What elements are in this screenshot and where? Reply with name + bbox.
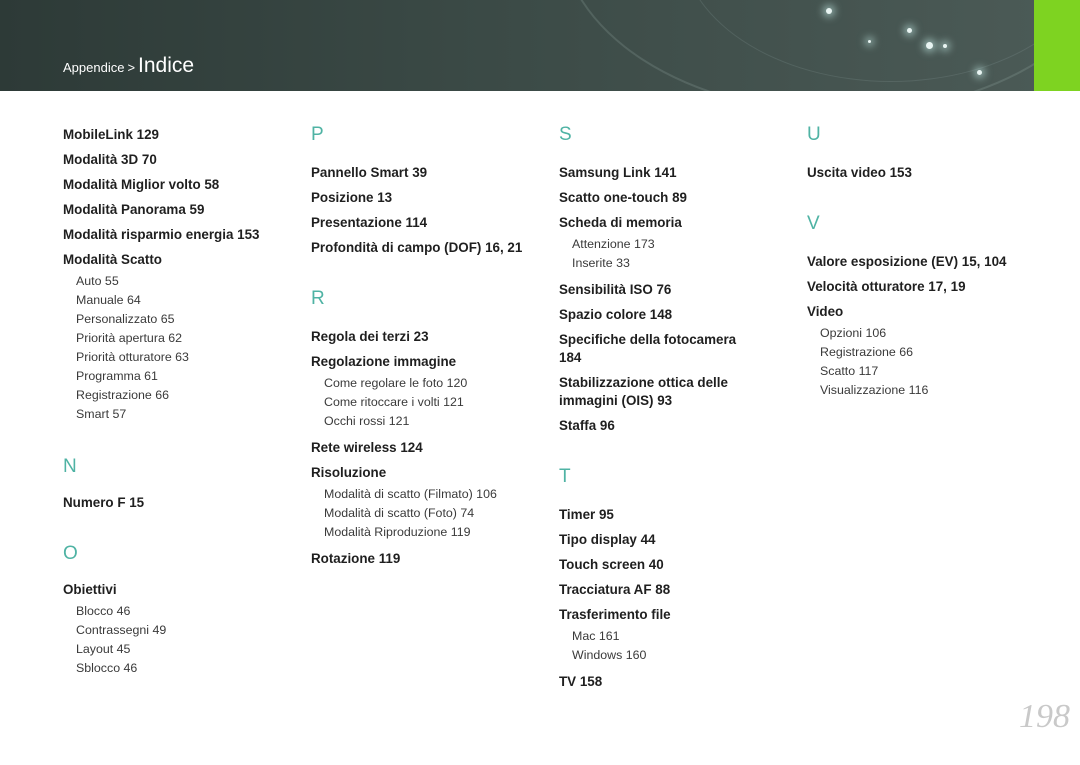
index-subentry: Inserite 33 xyxy=(572,256,630,270)
header-sparkle xyxy=(926,42,933,49)
index-column-2: P Pannello Smart 39 Posizione 13 Presentaz… xyxy=(311,118,522,571)
index-letter-heading: V xyxy=(807,213,820,234)
index-entry: Trasferimento file xyxy=(559,606,671,622)
index-entry: Specifiche della fotocamera 184 xyxy=(559,331,737,365)
index-entry: Velocità otturatore 17, 19 xyxy=(807,278,966,294)
index-entry: Numero F 15 xyxy=(63,494,145,510)
index-subentry: Auto 55 xyxy=(76,274,119,288)
index-entry: Risoluzione xyxy=(311,464,387,480)
index-letter-heading: P xyxy=(311,124,324,145)
index-subentry: Visualizzazione 116 xyxy=(820,383,929,397)
index-letter-heading: T xyxy=(559,466,571,487)
index-subentry: Opzioni 106 xyxy=(820,326,887,340)
breadcrumb-current: Indice xyxy=(138,54,195,77)
index-subentry: Windows 160 xyxy=(572,648,647,662)
index-subentry: Priorità apertura 62 xyxy=(76,331,183,345)
index-entry: Presentazione 114 xyxy=(311,214,428,230)
index-subentry: Manuale 64 xyxy=(76,293,141,307)
header-sparkle xyxy=(943,44,947,48)
index-subentry: Occhi rossi 121 xyxy=(324,414,410,428)
index-letter-heading: O xyxy=(63,543,78,564)
index-entry: Modalità Panorama 59 xyxy=(63,201,205,217)
index-subentry: Modalità di scatto (Foto) 74 xyxy=(324,506,475,520)
index-column-1: MobileLink 129 Modalità 3D 70 Modalità Mig… xyxy=(63,122,259,682)
index-subentry: Registrazione 66 xyxy=(820,345,913,359)
index-subentry: Personalizzato 65 xyxy=(76,312,175,326)
index-entry: Tracciatura AF 88 xyxy=(559,581,671,597)
index-subentry: Come ritoccare i volti 121 xyxy=(324,395,464,409)
index-column-4: U Uscita video 153 V Valore esposizione … xyxy=(807,118,1006,404)
index-subentry: Priorità otturatore 63 xyxy=(76,350,189,364)
index-entry: Regola dei terzi 23 xyxy=(311,328,429,344)
index-entry: Samsung Link 141 xyxy=(559,164,677,180)
breadcrumb-separator: > xyxy=(127,60,136,75)
index-entry: Scheda di memoria xyxy=(559,214,682,230)
index-entry: Tipo display 44 xyxy=(559,531,656,547)
index-entry: Modalità risparmio energia 153 xyxy=(63,226,260,242)
section-tab xyxy=(1034,0,1080,91)
index-subentry: Modalità di scatto (Filmato) 106 xyxy=(324,487,497,501)
index-entry: Rotazione 119 xyxy=(311,550,401,566)
index-entry: Profondità di campo (DOF) 16, 21 xyxy=(311,239,523,255)
index-entry: Spazio colore 148 xyxy=(559,306,673,322)
index-entry: Modalità Scatto xyxy=(63,251,162,267)
index-subentry: Scatto 117 xyxy=(820,364,879,378)
index-entry: Touch screen 40 xyxy=(559,556,664,572)
index-column-3: S Samsung Link 141 Scatto one-touch 89 Sch… xyxy=(559,118,759,694)
index-subentry: Mac 161 xyxy=(572,629,620,643)
index-letter-heading: U xyxy=(807,124,821,145)
index-entry: Uscita video 153 xyxy=(807,164,912,180)
page-header: Appendice > Indice xyxy=(0,0,1080,91)
index-entry: Scatto one-touch 89 xyxy=(559,189,687,205)
index-subentry: Programma 61 xyxy=(76,369,158,383)
index-entry: Valore esposizione (EV) 15, 104 xyxy=(807,253,1007,269)
index-subentry: Sblocco 46 xyxy=(76,661,138,675)
index-entry: Sensibilità ISO 76 xyxy=(559,281,672,297)
index-letter-heading: R xyxy=(311,288,325,309)
index-entry: Posizione 13 xyxy=(311,189,393,205)
index-letter-heading: N xyxy=(63,456,77,477)
header-sparkle xyxy=(977,70,982,75)
index-subentry: Layout 45 xyxy=(76,642,131,656)
index-subentry: Come regolare le foto 120 xyxy=(324,376,468,390)
breadcrumb-parent[interactable]: Appendice xyxy=(63,60,124,75)
header-sparkle xyxy=(907,28,912,33)
index-subentry: Attenzione 173 xyxy=(572,237,655,251)
page-number: 198 xyxy=(1019,698,1070,735)
index-entry: Video xyxy=(807,303,844,319)
index-entry: Pannello Smart 39 xyxy=(311,164,428,180)
index-entry: Modalità Miglior volto 58 xyxy=(63,176,220,192)
index-entry: Rete wireless 124 xyxy=(311,439,423,455)
index-entry: MobileLink 129 xyxy=(63,126,159,142)
index-subentry: Smart 57 xyxy=(76,407,127,421)
index-letter-heading: S xyxy=(559,124,572,145)
index-subentry: Registrazione 66 xyxy=(76,388,169,402)
index-entry: Timer 95 xyxy=(559,506,614,522)
header-sparkle xyxy=(826,8,832,14)
index-entry: Modalità 3D 70 xyxy=(63,151,157,167)
index-subentry: Blocco 46 xyxy=(76,604,131,618)
index-entry: Staffa 96 xyxy=(559,417,615,433)
index-entry: Stabilizzazione ottica delle immagini (O… xyxy=(559,374,728,408)
index-entry: TV 158 xyxy=(559,673,603,689)
breadcrumb: Appendice > Indice xyxy=(63,54,194,78)
header-sparkle xyxy=(868,40,871,43)
index-entry: Regolazione immagine xyxy=(311,353,457,369)
index-subentry: Modalità Riproduzione 119 xyxy=(324,525,471,539)
index-entry: Obiettivi xyxy=(63,581,117,597)
index-subentry: Contrassegni 49 xyxy=(76,623,167,637)
